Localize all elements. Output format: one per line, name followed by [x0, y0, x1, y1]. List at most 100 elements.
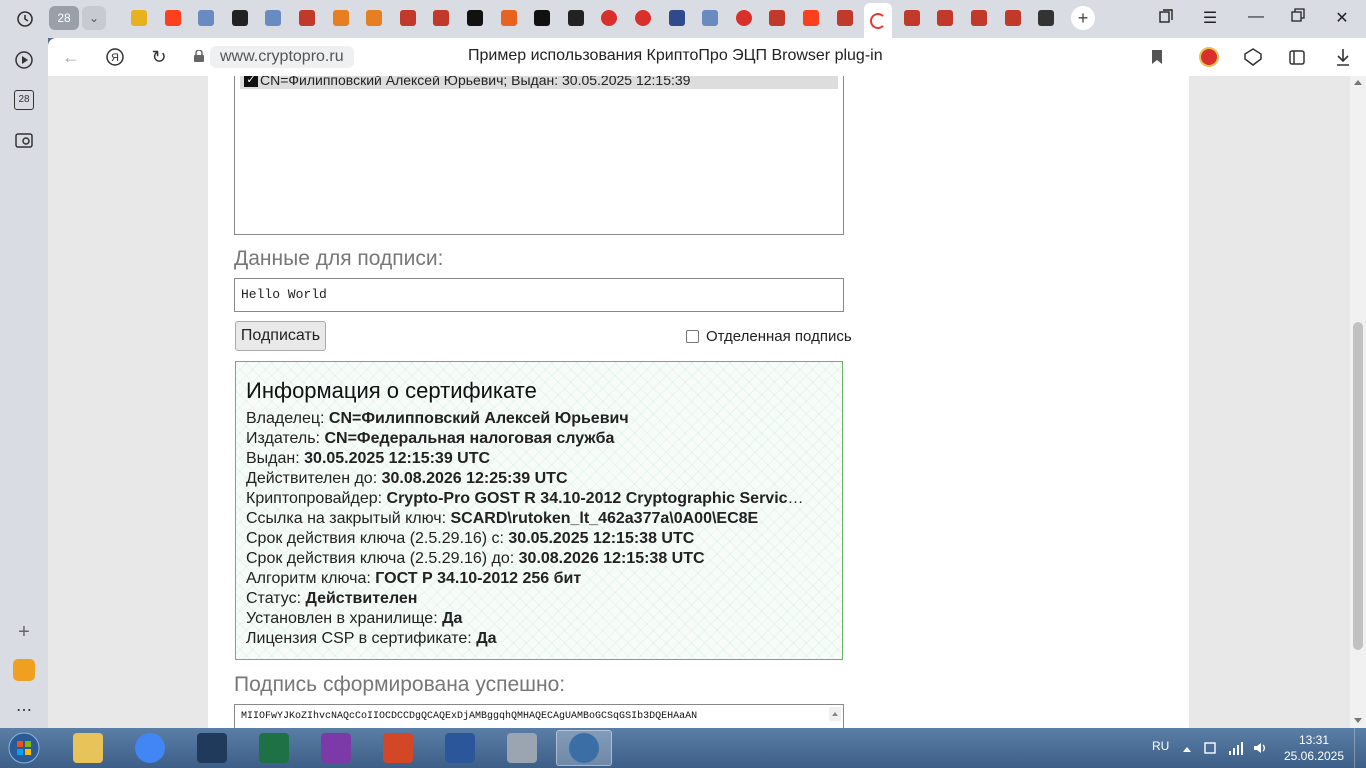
browser-tab[interactable]: [427, 5, 455, 31]
start-button[interactable]: [4, 730, 44, 766]
add-panel-icon[interactable]: +: [12, 620, 36, 644]
certificate-info-row: Срок действия ключа (2.5.29.16) с: 30.05…: [246, 529, 812, 549]
browser-tab[interactable]: [226, 5, 254, 31]
browser-tab[interactable]: [1032, 5, 1060, 31]
tab-count-badge[interactable]: 28: [49, 6, 79, 30]
mask-icon: [232, 10, 248, 26]
reload-icon[interactable]: ↻: [146, 45, 172, 69]
certificate-list[interactable]: ✓ CN=Филипповский Алексей Юрьевич; Выдан…: [234, 76, 844, 235]
browser-tab[interactable]: [931, 5, 959, 31]
browser-tab[interactable]: [394, 5, 422, 31]
scroll-down-arrow[interactable]: [1354, 718, 1362, 723]
sign-data-input[interactable]: Hello World: [234, 278, 844, 312]
scrollbar-thumb[interactable]: [1353, 322, 1363, 650]
restore-icon[interactable]: [1286, 8, 1310, 27]
tray-expand-icon[interactable]: [1182, 742, 1192, 756]
device-icon[interactable]: [1202, 740, 1218, 759]
browser-tab[interactable]: [259, 5, 287, 31]
certificate-info-label: Срок действия ключа (2.5.29.16) до:: [246, 550, 519, 567]
browser-tab[interactable]: [864, 3, 892, 38]
new-tab-button[interactable]: +: [1071, 6, 1095, 30]
certificate-info-value: SCARD\rutoken_lt_462a377a\0A00\EC8E: [450, 510, 759, 527]
bookmark-icon[interactable]: [1146, 46, 1168, 68]
yandex-icon: [803, 10, 819, 26]
detached-signature-checkbox[interactable]: Отделенная подпись: [686, 328, 852, 345]
certificate-info-row: Статус: Действителен: [246, 589, 812, 609]
browser-tab[interactable]: [629, 5, 657, 31]
yandex-icon[interactable]: Я: [102, 45, 128, 69]
taskbar-app-yandex-browser[interactable]: [556, 730, 612, 766]
certificate-info-row: Издатель: CN=Федеральная налоговая служб…: [246, 429, 812, 449]
tab-manager-icon[interactable]: [1154, 8, 1178, 29]
browser-tab[interactable]: [763, 5, 791, 31]
browser-tab[interactable]: [965, 5, 993, 31]
browser-tab[interactable]: [696, 5, 724, 31]
taskbar-app-onenote[interactable]: [308, 730, 364, 766]
certificate-list-item[interactable]: ✓ CN=Филипповский Алексей Юрьевич; Выдан…: [240, 76, 838, 89]
menu-icon[interactable]: ☰: [1198, 8, 1222, 28]
scroll-up-arrow[interactable]: [1354, 80, 1362, 85]
browser-tab[interactable]: [595, 5, 623, 31]
browser-tab[interactable]: [495, 5, 523, 31]
checkbox-icon[interactable]: [686, 330, 699, 343]
download-icon[interactable]: [1332, 46, 1354, 68]
bookmark-icon: [837, 10, 853, 26]
calendar-icon[interactable]: 28: [12, 88, 36, 112]
browser-tab[interactable]: [461, 5, 489, 31]
minimize-icon[interactable]: —: [1244, 8, 1268, 26]
volume-icon[interactable]: [1252, 740, 1268, 759]
sign-button[interactable]: Подписать: [235, 321, 326, 351]
taskbar-app-calculator[interactable]: [494, 730, 550, 766]
taskbar-app-powerpoint[interactable]: [370, 730, 426, 766]
history-icon[interactable]: [10, 6, 40, 32]
certificate-info-value: 30.05.2025 12:15:38 UTC: [508, 530, 695, 547]
browser-tab[interactable]: [360, 5, 388, 31]
more-icon[interactable]: ⋯: [12, 698, 36, 722]
signature-output-field[interactable]: MIIOFwYJKoZIhvcNAQcCoIIOCDCCDgQCAQExDjAM…: [234, 704, 844, 728]
certificate-info-label: Издатель:: [246, 430, 325, 447]
browser-tab[interactable]: [663, 5, 691, 31]
browser-tab[interactable]: [797, 5, 825, 31]
taskbar-app-excel[interactable]: [246, 730, 302, 766]
url-field[interactable]: www.cryptopro.ru: [210, 46, 354, 68]
back-icon[interactable]: ←: [58, 45, 84, 69]
browser-tab[interactable]: [999, 5, 1027, 31]
language-indicator[interactable]: RU: [1152, 739, 1169, 753]
browser-tab[interactable]: [730, 5, 758, 31]
taskbar-app-explorer[interactable]: [60, 730, 116, 766]
lock-icon[interactable]: [194, 49, 204, 62]
browser-tab[interactable]: [293, 5, 321, 31]
taskbar-app-chrome[interactable]: [122, 730, 178, 766]
clock[interactable]: 13:31 25.06.2025: [1282, 732, 1346, 764]
svg-text:Я: Я: [111, 52, 119, 64]
close-icon[interactable]: ✕: [1330, 8, 1354, 28]
mail-icon[interactable]: [12, 658, 36, 682]
protect-icon[interactable]: [1242, 46, 1264, 68]
browser-tab[interactable]: [562, 5, 590, 31]
certificate-info-value: CN=Федеральная налоговая служба: [324, 430, 615, 447]
play-icon[interactable]: [12, 48, 36, 72]
taskbar-app-shield[interactable]: [184, 730, 240, 766]
browser-tab[interactable]: [125, 5, 153, 31]
browser-tab[interactable]: [327, 5, 355, 31]
screenshot-icon[interactable]: [12, 128, 36, 152]
network-icon[interactable]: [1228, 740, 1244, 759]
orange-icon: [501, 10, 517, 26]
redcircle-icon: [635, 10, 651, 26]
show-desktop-button[interactable]: [1354, 728, 1366, 768]
browser-tab[interactable]: [528, 5, 556, 31]
bookmark-icon: [1005, 10, 1021, 26]
scroll-up-icon[interactable]: [829, 707, 841, 721]
extension-cartoon-icon[interactable]: [1198, 46, 1220, 68]
browser-tab[interactable]: [898, 5, 926, 31]
chevron-down-icon[interactable]: ⌄: [82, 6, 106, 30]
powerpoint-icon: [383, 733, 413, 763]
page-scrollbar[interactable]: [1350, 76, 1366, 728]
browser-tab[interactable]: [831, 5, 859, 31]
collections-icon[interactable]: [1286, 46, 1308, 68]
certificate-info-row: Срок действия ключа (2.5.29.16) до: 30.0…: [246, 549, 812, 569]
taskbar-app-word[interactable]: [432, 730, 488, 766]
detached-signature-label: Отделенная подпись: [706, 328, 852, 345]
browser-tab[interactable]: [159, 5, 187, 31]
browser-tab[interactable]: [192, 5, 220, 31]
